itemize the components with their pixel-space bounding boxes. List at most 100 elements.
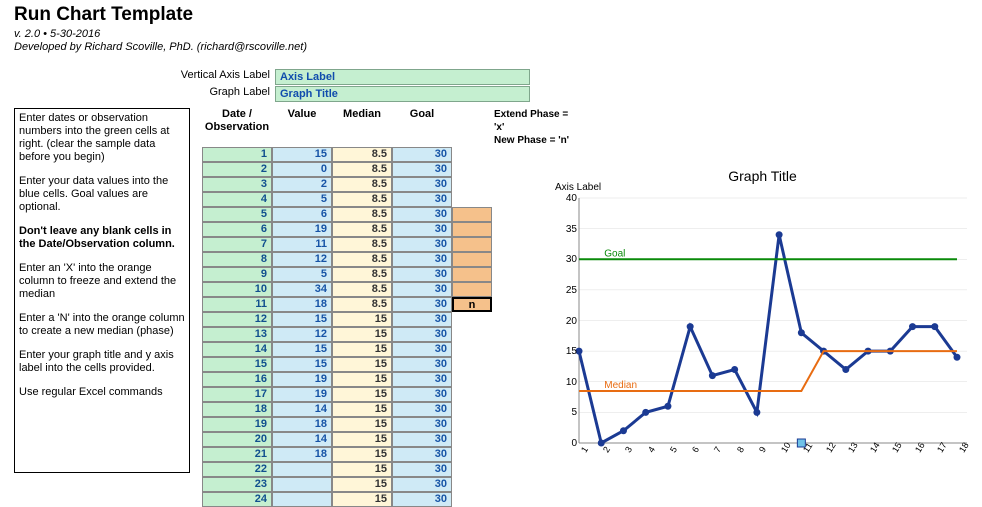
date-cell[interactable]: 4 — [202, 192, 272, 207]
median-cell: 15 — [332, 402, 392, 417]
goal-cell[interactable]: 30 — [392, 387, 452, 402]
value-cell[interactable]: 18 — [272, 297, 332, 312]
value-cell[interactable] — [272, 477, 332, 492]
median-cell: 15 — [332, 312, 392, 327]
value-cell[interactable]: 19 — [272, 222, 332, 237]
value-cell[interactable]: 12 — [272, 327, 332, 342]
value-cell[interactable]: 5 — [272, 192, 332, 207]
value-cell[interactable]: 12 — [272, 252, 332, 267]
goal-cell[interactable]: 30 — [392, 342, 452, 357]
date-cell[interactable]: 7 — [202, 237, 272, 252]
data-table: Date / Observation Value Median Goal Ext… — [202, 108, 582, 507]
goal-cell[interactable]: 30 — [392, 357, 452, 372]
median-cell: 8.5 — [332, 222, 392, 237]
phase-cell[interactable] — [452, 282, 492, 297]
date-cell[interactable]: 24 — [202, 492, 272, 507]
goal-cell[interactable]: 30 — [392, 432, 452, 447]
value-cell[interactable]: 18 — [272, 417, 332, 432]
date-cell[interactable]: 18 — [202, 402, 272, 417]
value-cell[interactable]: 2 — [272, 177, 332, 192]
date-cell[interactable]: 13 — [202, 327, 272, 342]
date-cell[interactable]: 3 — [202, 177, 272, 192]
value-cell[interactable]: 0 — [272, 162, 332, 177]
date-cell[interactable]: 17 — [202, 387, 272, 402]
goal-cell[interactable]: 30 — [392, 462, 452, 477]
value-cell[interactable]: 6 — [272, 207, 332, 222]
goal-cell[interactable]: 30 — [392, 417, 452, 432]
x-tick: 7 — [712, 445, 723, 455]
goal-cell[interactable]: 30 — [392, 237, 452, 252]
chart-annotation: Goal — [604, 248, 625, 259]
date-cell[interactable]: 9 — [202, 267, 272, 282]
goal-cell[interactable]: 30 — [392, 177, 452, 192]
phase-cell[interactable] — [452, 207, 492, 222]
date-cell[interactable]: 22 — [202, 462, 272, 477]
value-cell[interactable]: 19 — [272, 372, 332, 387]
goal-cell[interactable]: 30 — [392, 282, 452, 297]
y-tick: 15 — [555, 346, 577, 357]
date-cell[interactable]: 11 — [202, 297, 272, 312]
col-date: Date / Observation — [202, 108, 272, 147]
value-cell[interactable]: 15 — [272, 147, 332, 162]
median-cell: 15 — [332, 477, 392, 492]
value-cell[interactable]: 19 — [272, 387, 332, 402]
goal-cell[interactable]: 30 — [392, 297, 452, 312]
goal-cell[interactable]: 30 — [392, 312, 452, 327]
value-cell[interactable]: 14 — [272, 402, 332, 417]
date-cell[interactable]: 14 — [202, 342, 272, 357]
graph-label-input[interactable]: Graph Title — [275, 86, 530, 102]
date-cell[interactable]: 20 — [202, 432, 272, 447]
date-cell[interactable]: 6 — [202, 222, 272, 237]
date-cell[interactable]: 5 — [202, 207, 272, 222]
median-cell: 8.5 — [332, 147, 392, 162]
median-cell: 15 — [332, 447, 392, 462]
value-cell[interactable]: 15 — [272, 312, 332, 327]
phase-cell[interactable] — [452, 237, 492, 252]
value-cell[interactable] — [272, 462, 332, 477]
date-cell[interactable]: 2 — [202, 162, 272, 177]
goal-cell[interactable]: 30 — [392, 447, 452, 462]
column-headers: Date / Observation Value Median Goal Ext… — [202, 108, 582, 147]
date-cell[interactable]: 16 — [202, 372, 272, 387]
vertical-axis-input[interactable]: Axis Label — [275, 69, 530, 85]
phase-cell-selected[interactable]: n — [452, 297, 492, 312]
goal-cell[interactable]: 30 — [392, 477, 452, 492]
value-cell[interactable]: 15 — [272, 342, 332, 357]
date-cell[interactable]: 1 — [202, 147, 272, 162]
phase-cell[interactable] — [452, 252, 492, 267]
goal-cell[interactable]: 30 — [392, 207, 452, 222]
goal-cell[interactable]: 30 — [392, 492, 452, 507]
x-tick: 2 — [601, 445, 612, 455]
value-cell[interactable] — [272, 492, 332, 507]
goal-cell[interactable]: 30 — [392, 327, 452, 342]
goal-cell[interactable]: 30 — [392, 147, 452, 162]
phase-cell[interactable] — [452, 222, 492, 237]
date-cell[interactable]: 21 — [202, 447, 272, 462]
goal-cell[interactable]: 30 — [392, 372, 452, 387]
goal-cell[interactable]: 30 — [392, 267, 452, 282]
median-cell: 15 — [332, 417, 392, 432]
date-cell[interactable]: 8 — [202, 252, 272, 267]
value-cell[interactable]: 14 — [272, 432, 332, 447]
x-tick: 1 — [579, 445, 590, 455]
date-cell[interactable]: 10 — [202, 282, 272, 297]
x-tick: 8 — [735, 445, 746, 455]
goal-cell[interactable]: 30 — [392, 192, 452, 207]
value-cell[interactable]: 15 — [272, 357, 332, 372]
date-cell[interactable]: 19 — [202, 417, 272, 432]
date-cell[interactable]: 23 — [202, 477, 272, 492]
y-axis-label: Axis Label — [555, 182, 601, 193]
value-cell[interactable]: 34 — [272, 282, 332, 297]
goal-cell[interactable]: 30 — [392, 252, 452, 267]
goal-cell[interactable]: 30 — [392, 162, 452, 177]
value-cell[interactable]: 11 — [272, 237, 332, 252]
goal-cell[interactable]: 30 — [392, 222, 452, 237]
value-cell[interactable]: 18 — [272, 447, 332, 462]
goal-cell[interactable]: 30 — [392, 402, 452, 417]
instruction-1: Enter dates or observation numbers into … — [19, 112, 185, 164]
y-tick: 25 — [555, 285, 577, 296]
date-cell[interactable]: 12 — [202, 312, 272, 327]
date-cell[interactable]: 15 — [202, 357, 272, 372]
value-cell[interactable]: 5 — [272, 267, 332, 282]
phase-cell[interactable] — [452, 267, 492, 282]
